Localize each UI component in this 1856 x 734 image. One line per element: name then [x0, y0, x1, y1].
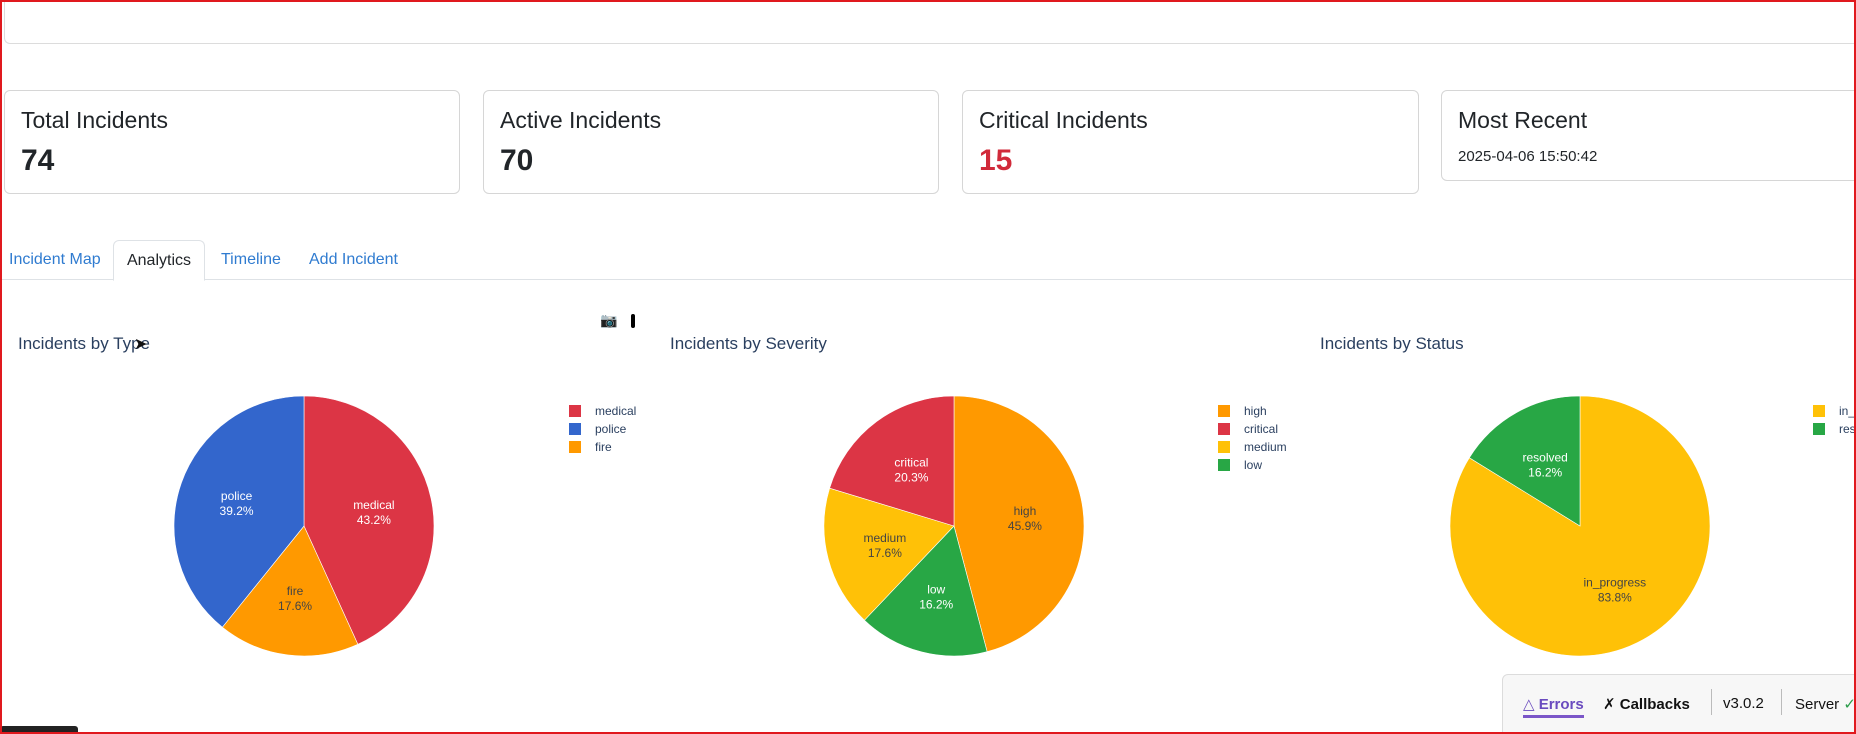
legend-item-low[interactable]: low [1218, 456, 1287, 474]
header-bar [4, 0, 1856, 44]
legend-item-fire[interactable]: fire [569, 438, 636, 456]
card-value: 70 [500, 144, 534, 177]
slice-percent: 16.2% [919, 597, 953, 611]
errors-label: Errors [1538, 696, 1584, 713]
card-title: Most Recent [1458, 107, 1588, 133]
camera-icon[interactable]: 📷 [600, 312, 617, 328]
legend-swatch [569, 423, 581, 435]
divider [1781, 689, 1782, 715]
server-label: Server [1795, 696, 1840, 713]
pie-chart-severity: high45.9% low16.2% medium17.6% critical20.3… [823, 395, 1085, 657]
slice-label: medical [353, 498, 394, 512]
callbacks-button[interactable]: ✗ Callbacks [1603, 695, 1690, 713]
legend-label: in_ [1839, 404, 1856, 418]
legend-label: high [1244, 404, 1267, 418]
pie-chart-status: in_progress83.8% resolved16.2% [1449, 395, 1711, 657]
legend-item-high[interactable]: high [1218, 402, 1287, 420]
tab-incident-map[interactable]: Incident Map [0, 240, 110, 280]
chart-title-severity: Incidents by Severity [670, 334, 827, 353]
slice-label: medium [864, 531, 907, 545]
slice-percent: 16.2% [1528, 466, 1562, 480]
card-title: Active Incidents [500, 107, 662, 133]
slice-percent: 45.9% [1008, 519, 1042, 533]
toolbar-icon[interactable] [631, 314, 636, 329]
legend-label: medium [1244, 440, 1287, 454]
check-circle-icon: ✓ [1843, 696, 1856, 713]
tab-add-incident[interactable]: Add Incident [300, 240, 407, 280]
cursor-icon: ➤ [134, 336, 148, 353]
callbacks-label: Callbacks [1619, 696, 1690, 713]
card-value: 74 [21, 144, 55, 177]
slice-percent: 43.2% [357, 513, 391, 527]
tab-analytics[interactable]: Analytics [113, 240, 205, 281]
card-title: Critical Incidents [979, 107, 1148, 133]
legend-item-critical[interactable]: critical [1218, 420, 1287, 438]
tab-bar: Incident Map Analytics Timeline Add Inci… [0, 240, 1856, 281]
legend-item-in_progress[interactable]: in_ [1813, 402, 1856, 420]
tab-timeline[interactable]: Timeline [212, 240, 290, 280]
legend-label: police [595, 422, 627, 436]
legend-label: medical [595, 404, 637, 418]
legend-item-medium[interactable]: medium [1218, 438, 1287, 456]
legend-label: critical [1244, 422, 1279, 436]
card-most-recent: Most Recent 2025-04-06 15:50:42 [1441, 90, 1856, 181]
legend-swatch [1813, 423, 1825, 435]
slice-label: high [1014, 504, 1037, 518]
pie-chart-type: medical43.2% fire17.6% police39.2% [173, 395, 435, 657]
legend-item-resolved[interactable]: res [1813, 420, 1856, 438]
card-active-incidents: Active Incidents 70 [483, 90, 939, 194]
server-status[interactable]: Server ✓ [1795, 695, 1856, 713]
legend-swatch [569, 405, 581, 417]
legend-swatch [569, 441, 581, 453]
slice-percent: 17.6% [868, 546, 902, 560]
legend-severity: high critical medium low [1218, 402, 1287, 474]
slice-percent: 20.3% [894, 471, 928, 485]
legend-swatch [1218, 441, 1230, 453]
legend-item-police[interactable]: police [569, 420, 636, 438]
legend-label: fire [595, 440, 612, 454]
slice-label: police [221, 489, 253, 503]
divider [1711, 689, 1712, 715]
card-value: 2025-04-06 15:50:42 [1458, 148, 1598, 165]
slice-percent: 83.8% [1598, 590, 1632, 604]
slice-label: resolved [1522, 451, 1567, 465]
bottom-tab [0, 726, 78, 734]
version-label: v3.0.2 [1723, 695, 1764, 712]
errors-button[interactable]: △ Errors [1523, 695, 1584, 718]
legend-swatch [1218, 405, 1230, 417]
legend-item-medical[interactable]: medical [569, 402, 636, 420]
slice-label: critical [894, 456, 928, 470]
legend-swatch [1218, 423, 1230, 435]
slice-percent: 17.6% [278, 599, 312, 613]
legend-status: in_res [1813, 402, 1856, 438]
slice-label: fire [287, 584, 304, 598]
chart-title-type: Incidents by Type [18, 334, 150, 353]
callbacks-icon: ✗ [1603, 696, 1616, 713]
card-value: 15 [979, 144, 1013, 177]
chart-title-status: Incidents by Status [1320, 334, 1464, 353]
card-total-incidents: Total Incidents 74 [4, 90, 460, 194]
slice-label: in_progress [1583, 575, 1646, 589]
card-critical-incidents: Critical Incidents 15 [962, 90, 1419, 194]
legend-label: res [1839, 422, 1856, 436]
warning-triangle-icon: △ [1523, 696, 1535, 713]
legend-type: medical police fire [569, 402, 636, 456]
legend-swatch [1218, 459, 1230, 471]
legend-swatch [1813, 405, 1825, 417]
slice-label: low [927, 582, 945, 596]
legend-label: low [1244, 458, 1263, 472]
debug-menu: △ Errors ✗ Callbacks v3.0.2 Server ✓ [1502, 674, 1856, 734]
card-title: Total Incidents [21, 107, 169, 133]
slice-percent: 39.2% [220, 504, 254, 518]
plot-toolbar: 📷 [600, 312, 636, 329]
